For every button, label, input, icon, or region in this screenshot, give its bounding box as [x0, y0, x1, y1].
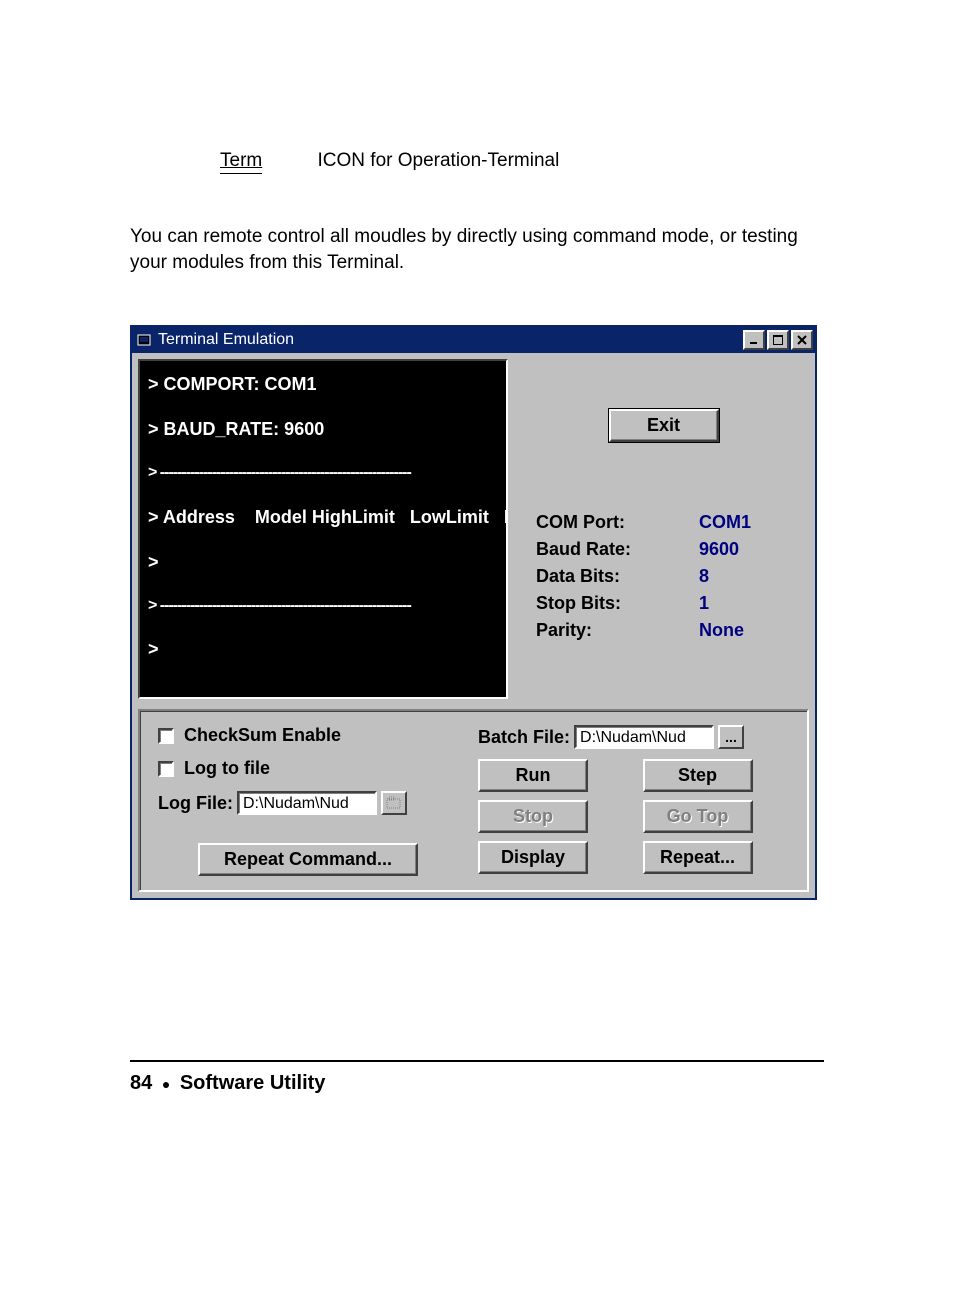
logtofile-label: Log to file [184, 758, 270, 779]
page-number: 84 [130, 1072, 152, 1094]
batchfile-label: Batch File: [478, 727, 570, 748]
repeat-button[interactable]: Repeat... [643, 841, 753, 874]
window-title: Terminal Emulation [156, 331, 741, 349]
stop-button[interactable]: Stop [478, 800, 588, 833]
display-button[interactable]: Display [478, 841, 588, 874]
checksum-checkbox[interactable] [158, 728, 174, 744]
titlebar[interactable]: Terminal Emulation [132, 327, 815, 353]
step-button[interactable]: Step [643, 759, 753, 792]
term-label: Term [220, 150, 262, 174]
data-bits-label: Data Bits: [536, 566, 689, 587]
logtofile-checkbox[interactable] [158, 761, 174, 777]
run-button[interactable]: Run [478, 759, 588, 792]
term-icon-description-row: Term ICON for Operation-Terminal [220, 150, 824, 174]
batchfile-browse-button[interactable]: ... [718, 725, 744, 749]
parity-value: None [699, 620, 809, 641]
baud-rate-value: 9600 [699, 539, 809, 560]
parity-label: Parity: [536, 620, 689, 641]
batchfile-input[interactable]: D:\Nudam\Nud [574, 725, 714, 749]
terminal-emulation-window: Terminal Emulation > COMPORT: COM1 > BAU… [130, 325, 817, 900]
intro-paragraph: You can remote control all moudles by di… [130, 224, 824, 275]
minimize-button[interactable] [743, 330, 765, 350]
com-port-label: COM Port: [536, 512, 689, 533]
checksum-label: CheckSum Enable [184, 725, 341, 746]
com-parameters: COM Port: COM1 Baud Rate: 9600 Data Bits… [536, 512, 809, 641]
app-icon [136, 332, 152, 348]
lower-control-panel: CheckSum Enable Log to file Log File: D:… [138, 709, 809, 892]
term-desc: ICON for Operation-Terminal [318, 150, 560, 171]
logfile-label: Log File: [158, 793, 233, 814]
logfile-input[interactable]: D:\Nudam\Nud [237, 791, 377, 815]
logfile-browse-button[interactable] [381, 791, 407, 815]
close-button[interactable] [791, 330, 813, 350]
stop-bits-value: 1 [699, 593, 809, 614]
footer-divider [130, 1060, 824, 1062]
gotop-button[interactable]: Go Top [643, 800, 753, 833]
page-footer: 84 ● Software Utility [130, 1072, 824, 1095]
data-bits-value: 8 [699, 566, 809, 587]
com-port-value: COM1 [699, 512, 809, 533]
footer-section: Software Utility [180, 1072, 326, 1094]
stop-bits-label: Stop Bits: [536, 593, 689, 614]
log-to-file-row[interactable]: Log to file [158, 758, 458, 779]
baud-rate-label: Baud Rate: [536, 539, 689, 560]
checksum-enable-row[interactable]: CheckSum Enable [158, 725, 458, 746]
maximize-button[interactable] [767, 330, 789, 350]
terminal-output[interactable]: > COMPORT: COM1 > BAUD_RATE: 9600 > ----… [138, 359, 508, 699]
repeat-command-button[interactable]: Repeat Command... [198, 843, 418, 876]
exit-button[interactable]: Exit [609, 409, 719, 442]
